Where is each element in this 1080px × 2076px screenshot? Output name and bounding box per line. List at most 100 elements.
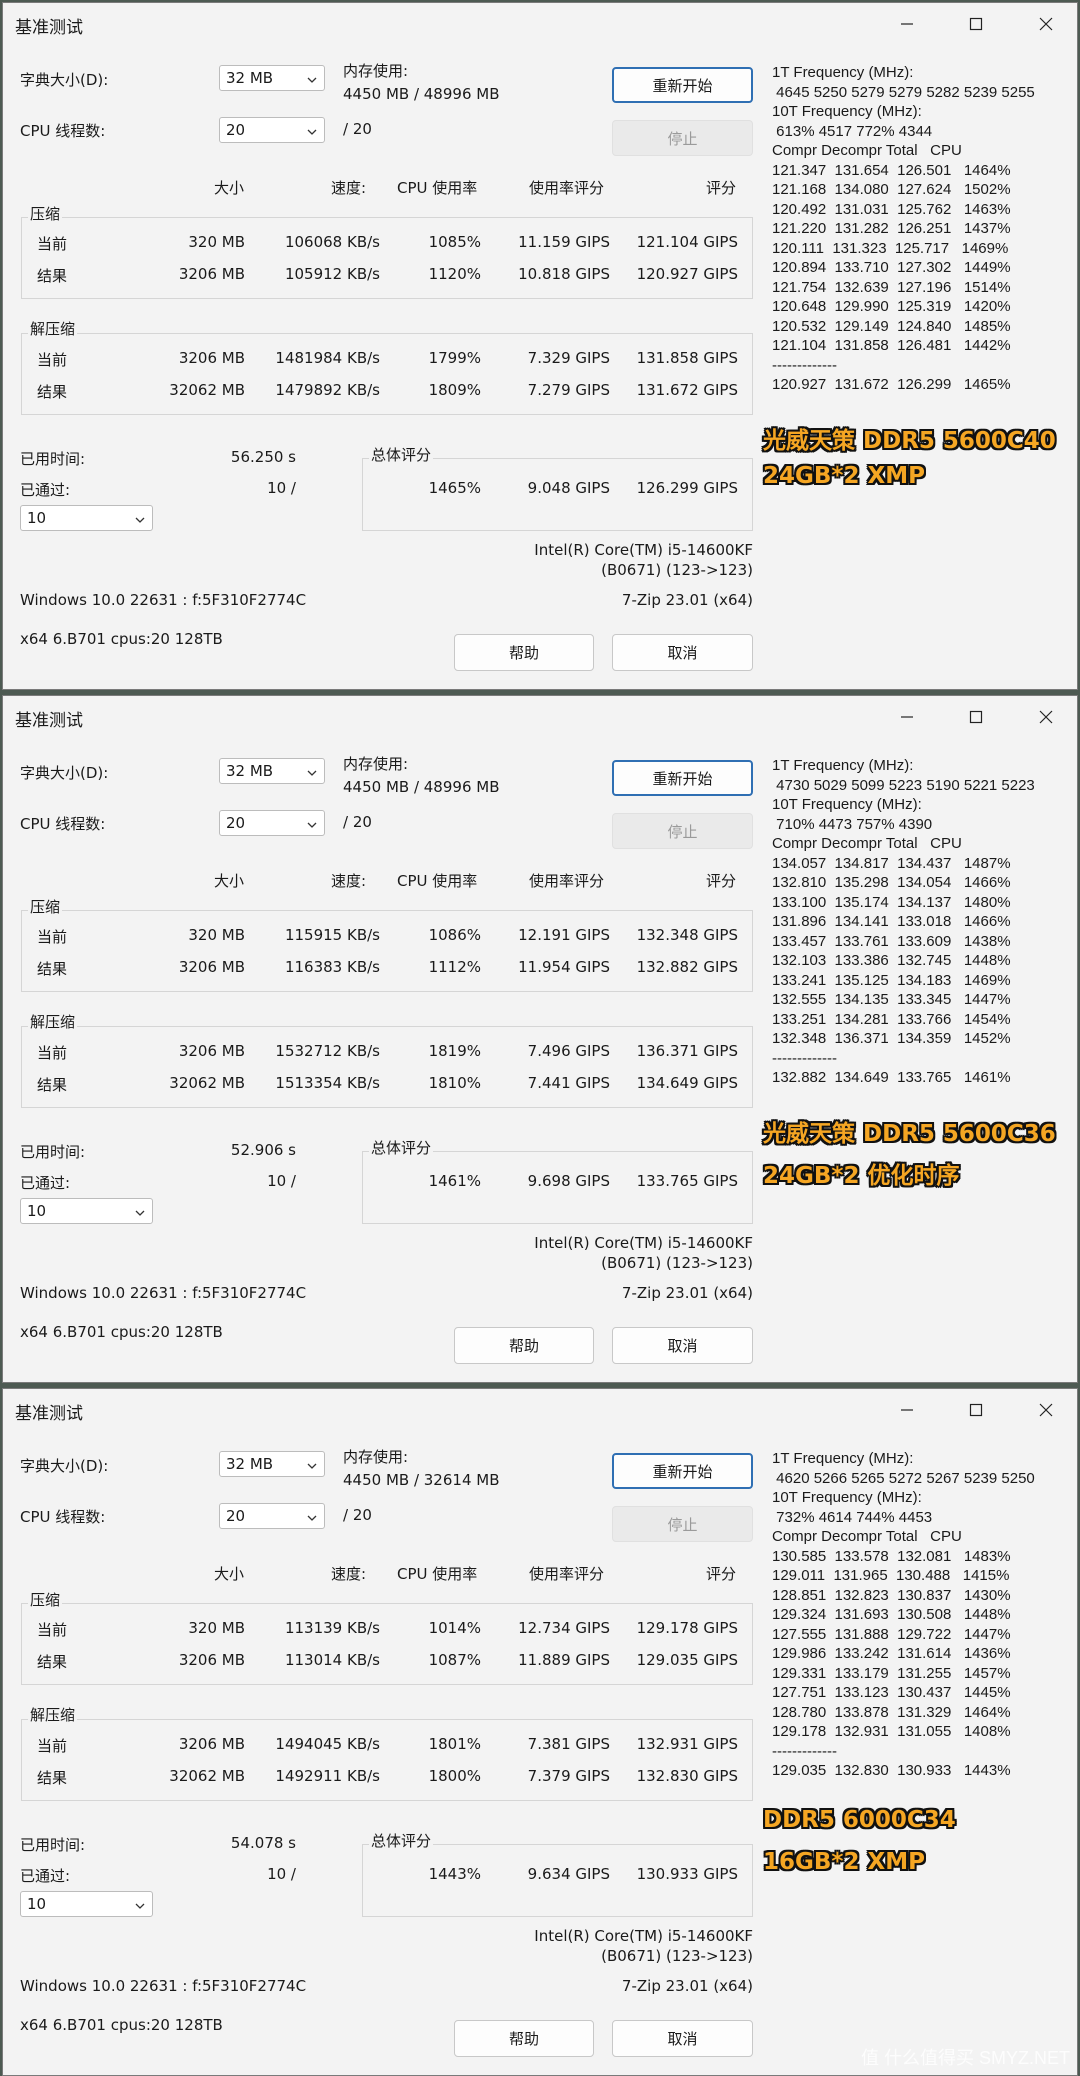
restart-button[interactable]: 重新开始 bbox=[612, 67, 753, 103]
total-cpu-usage: 1465% bbox=[428, 479, 481, 497]
dict-size-select[interactable]: 32 MB bbox=[219, 65, 325, 91]
restart-button[interactable]: 重新开始 bbox=[612, 1453, 753, 1489]
row-size: 32062 MB bbox=[169, 1074, 245, 1092]
maximize-icon[interactable] bbox=[954, 1393, 998, 1427]
row-rating: 120.927 GIPS bbox=[636, 265, 738, 283]
header-cpu-usage: CPU 使用率 bbox=[397, 872, 478, 890]
row-cpu-usage: 1120% bbox=[428, 265, 481, 283]
elapsed-label: 已用时间: bbox=[20, 1143, 86, 1161]
minimize-icon[interactable] bbox=[885, 7, 929, 41]
maximize-icon[interactable] bbox=[954, 700, 998, 734]
total-cpu-usage: 1443% bbox=[428, 1865, 481, 1883]
header-speed: 速度: bbox=[331, 872, 367, 890]
close-icon[interactable] bbox=[1024, 700, 1068, 734]
elapsed-value: 54.078 s bbox=[230, 1834, 296, 1852]
row-cpu-usage: 1800% bbox=[428, 1767, 481, 1785]
cancel-button[interactable]: 取消 bbox=[612, 634, 753, 671]
stop-button[interactable]: 停止 bbox=[612, 1506, 753, 1542]
row-cpu-usage: 1799% bbox=[428, 349, 481, 367]
header-rating-per-usage: 使用率评分 bbox=[529, 179, 605, 197]
total-cpu-usage: 1461% bbox=[428, 1172, 481, 1190]
os-info: Windows 10.0 22631 : f:5F310F2774C bbox=[20, 1977, 307, 1995]
threads-total: / 20 bbox=[343, 120, 372, 138]
threads-select[interactable]: 20 bbox=[219, 810, 325, 836]
passed-label: 已通过: bbox=[20, 1174, 71, 1192]
minimize-icon[interactable] bbox=[885, 700, 929, 734]
threads-select[interactable]: 20 bbox=[219, 117, 325, 143]
header-size: 大小 bbox=[214, 179, 245, 197]
passed-label: 已通过: bbox=[20, 481, 71, 499]
os-info: Windows 10.0 22631 : f:5F310F2774C bbox=[20, 591, 307, 609]
row-size: 3206 MB bbox=[178, 1651, 245, 1669]
total-rating-per-usage: 9.698 GIPS bbox=[527, 1172, 610, 1190]
memory-usage-label: 内存使用: bbox=[343, 62, 409, 80]
dict-size-select[interactable]: 32 MB bbox=[219, 1451, 325, 1477]
chevron-down-icon bbox=[306, 1458, 318, 1470]
cancel-button[interactable]: 取消 bbox=[612, 2020, 753, 2057]
frequency-results-log: 1T Frequency (MHz): 4730 5029 5099 5223 … bbox=[772, 757, 1035, 1086]
row-size: 3206 MB bbox=[178, 1042, 245, 1060]
cpu-id: (B0671) (123->123) bbox=[601, 561, 753, 579]
cancel-button[interactable]: 取消 bbox=[612, 1327, 753, 1364]
zip-version: 7-Zip 23.01 (x64) bbox=[621, 1977, 753, 1995]
compress-label: 压缩 bbox=[28, 896, 63, 917]
memory-annotation-line1: 光威天策 DDR5 5600C36 bbox=[763, 1121, 1056, 1147]
memory-usage-label: 内存使用: bbox=[343, 755, 409, 773]
benchmark-window: 基准测试 字典大小(D): 32 MB 内存使用: 4450 MB / 4899… bbox=[2, 695, 1078, 1383]
row-rating: 131.672 GIPS bbox=[636, 381, 738, 399]
chevron-down-icon bbox=[306, 72, 318, 84]
close-icon[interactable] bbox=[1024, 7, 1068, 41]
threads-select[interactable]: 20 bbox=[219, 1503, 325, 1529]
window-title: 基准测试 bbox=[15, 1404, 83, 1424]
site-watermark: 值 什么值得买 SMYZ.NET bbox=[860, 2048, 1070, 2068]
threads-total: / 20 bbox=[343, 1506, 372, 1524]
row-rating: 132.830 GIPS bbox=[636, 1767, 738, 1785]
threads-label: CPU 线程数: bbox=[20, 1508, 106, 1526]
row-speed: 1492911 KB/s bbox=[275, 1767, 380, 1785]
row-size: 320 MB bbox=[188, 233, 245, 251]
help-button[interactable]: 帮助 bbox=[454, 634, 594, 671]
row-size: 320 MB bbox=[188, 1619, 245, 1637]
cpu-name: Intel(R) Core(TM) i5-14600KF bbox=[534, 1234, 753, 1252]
stop-button[interactable]: 停止 bbox=[612, 813, 753, 849]
frequency-results-log: 1T Frequency (MHz): 4645 5250 5279 5279 … bbox=[772, 64, 1035, 393]
row-rating-per-usage: 12.191 GIPS bbox=[518, 926, 610, 944]
passes-select[interactable]: 10 bbox=[20, 1198, 153, 1224]
row-label: 当前 bbox=[37, 928, 68, 946]
passed-label: 已通过: bbox=[20, 1867, 71, 1885]
restart-button[interactable]: 重新开始 bbox=[612, 760, 753, 796]
total-rating: 130.933 GIPS bbox=[636, 1865, 738, 1883]
maximize-icon[interactable] bbox=[954, 7, 998, 41]
minimize-icon[interactable] bbox=[885, 1393, 929, 1427]
decompress-group bbox=[21, 333, 753, 415]
help-button[interactable]: 帮助 bbox=[454, 1327, 594, 1364]
compress-group bbox=[21, 910, 753, 992]
row-speed: 105912 KB/s bbox=[284, 265, 380, 283]
decompress-label: 解压缩 bbox=[28, 1704, 78, 1725]
row-speed: 1479892 KB/s bbox=[275, 381, 380, 399]
dict-size-value: 32 MB bbox=[226, 762, 274, 780]
row-rating: 129.035 GIPS bbox=[636, 1651, 738, 1669]
row-rating-per-usage: 7.496 GIPS bbox=[527, 1042, 610, 1060]
passes-select[interactable]: 10 bbox=[20, 1891, 153, 1917]
row-rating-per-usage: 7.379 GIPS bbox=[527, 1767, 610, 1785]
row-rating: 132.931 GIPS bbox=[636, 1735, 738, 1753]
os-info: Windows 10.0 22631 : f:5F310F2774C bbox=[20, 1284, 307, 1302]
cpu-name: Intel(R) Core(TM) i5-14600KF bbox=[534, 541, 753, 559]
row-cpu-usage: 1801% bbox=[428, 1735, 481, 1753]
header-rating: 评分 bbox=[706, 872, 737, 890]
passed-value: 10 / bbox=[267, 479, 296, 497]
row-label: 当前 bbox=[37, 1621, 68, 1639]
dict-size-label: 字典大小(D): bbox=[20, 1457, 109, 1475]
row-rating: 121.104 GIPS bbox=[636, 233, 738, 251]
chevron-down-icon bbox=[306, 765, 318, 777]
decompress-group bbox=[21, 1026, 753, 1108]
window-title: 基准测试 bbox=[15, 711, 83, 731]
stop-button[interactable]: 停止 bbox=[612, 120, 753, 156]
close-icon[interactable] bbox=[1024, 1393, 1068, 1427]
dict-size-select[interactable]: 32 MB bbox=[219, 758, 325, 784]
passes-select[interactable]: 10 bbox=[20, 505, 153, 531]
memory-annotation-line1: 光威天策 DDR5 5600C40 bbox=[763, 428, 1056, 454]
help-button[interactable]: 帮助 bbox=[454, 2020, 594, 2057]
total-rating-per-usage: 9.634 GIPS bbox=[527, 1865, 610, 1883]
